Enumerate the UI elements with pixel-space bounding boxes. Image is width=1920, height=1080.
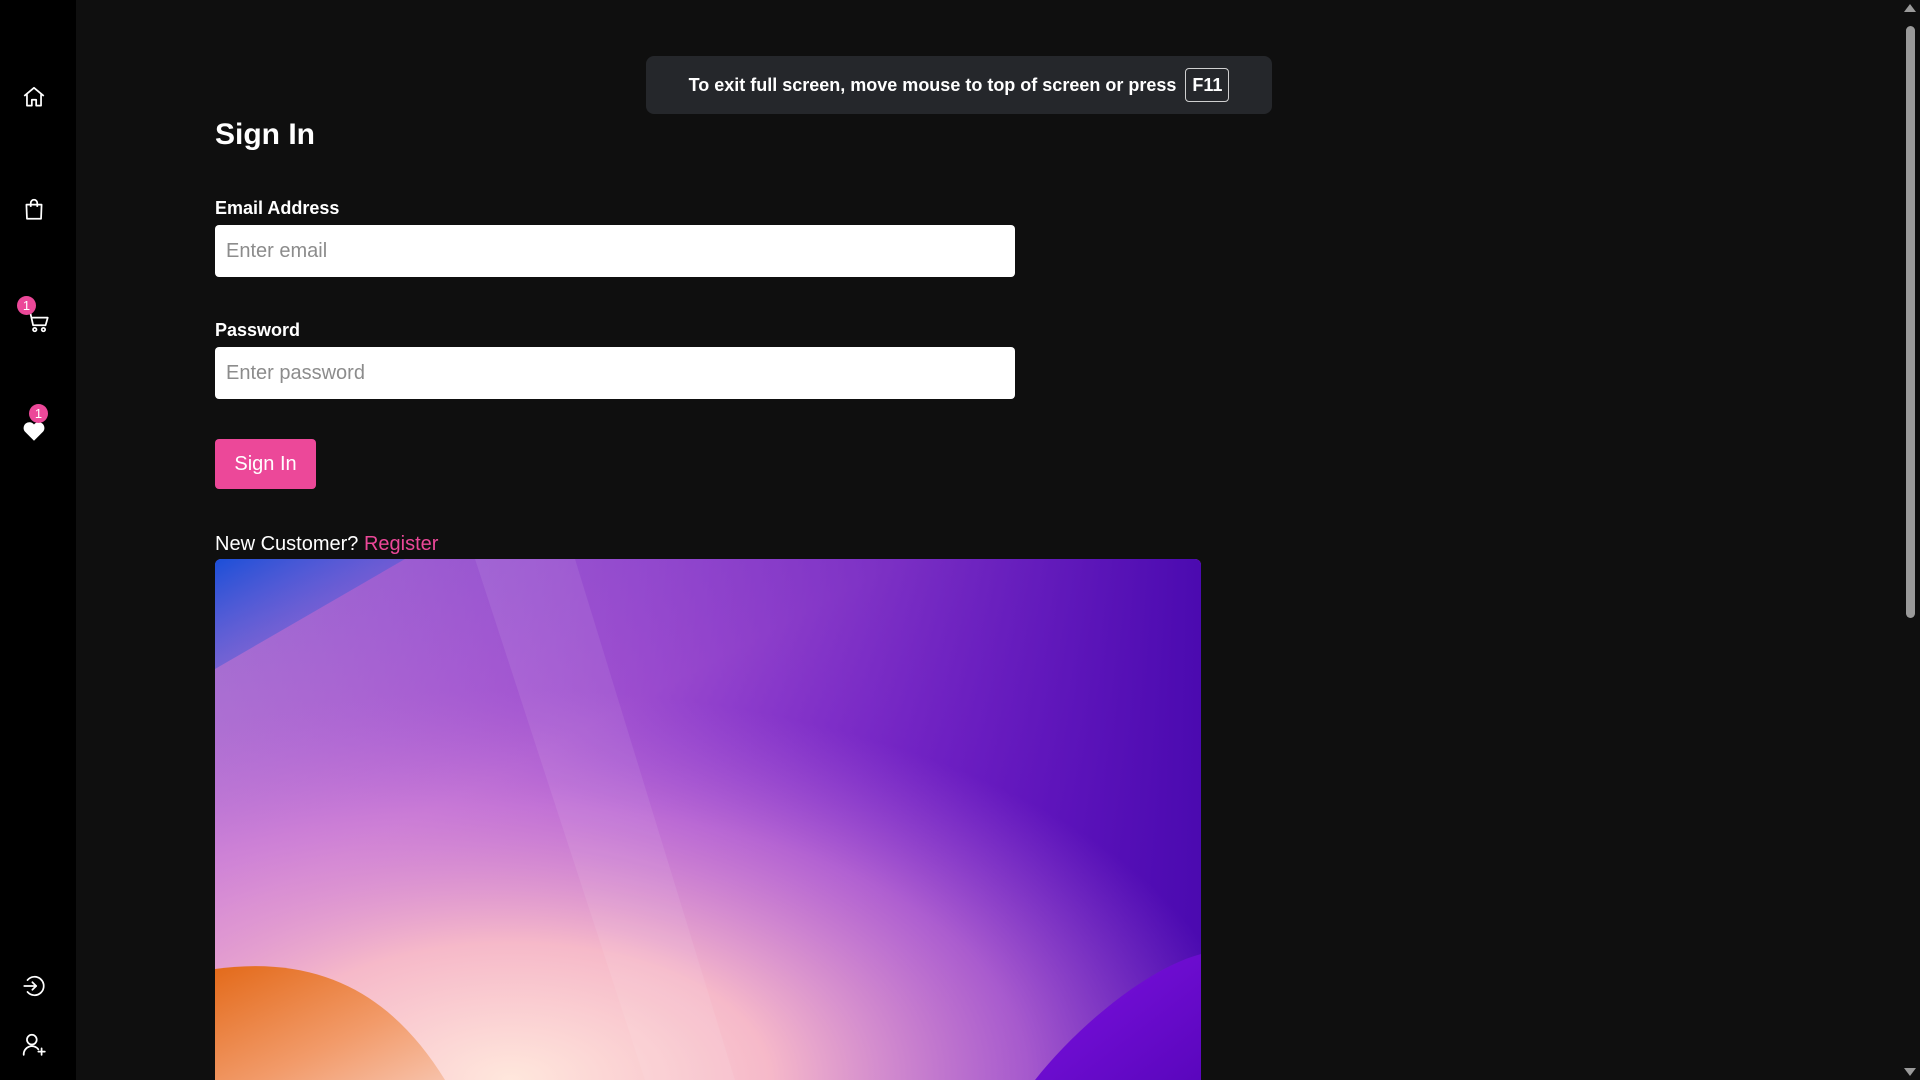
new-customer-text: New Customer? — [215, 533, 359, 555]
sidebar-item-home[interactable] — [14, 77, 54, 117]
shopping-bag-icon — [25, 199, 43, 220]
sidebar-nav: 1 1 — [0, 0, 76, 1080]
new-customer-line: New Customer? Register — [215, 533, 438, 556]
scroll-up-arrow[interactable] — [1904, 4, 1916, 12]
password-label: Password — [215, 320, 301, 340]
sidebar-item-cart[interactable]: 1 — [17, 296, 58, 342]
fullscreen-exit-notice: To exit full screen, move mouse to top o… — [646, 56, 1272, 114]
hero-image — [215, 559, 1201, 1080]
sidebar-item-favorites[interactable]: 1 — [14, 404, 54, 451]
scroll-down-arrow[interactable] — [1904, 1068, 1916, 1076]
f11-key-hint: F11 — [1185, 68, 1230, 102]
register-link[interactable]: Register — [364, 533, 438, 555]
sidebar-item-login[interactable] — [14, 966, 54, 1006]
favorites-count-badge: 1 — [29, 404, 48, 423]
page-title: Sign In — [215, 118, 315, 151]
cart-count-badge: 1 — [17, 296, 36, 315]
sidebar-item-shop[interactable] — [14, 189, 54, 229]
fullscreen-notice-text: To exit full screen, move mouse to top o… — [688, 74, 1177, 95]
sidebar-item-register[interactable] — [14, 1024, 54, 1064]
login-icon — [23, 975, 45, 997]
email-label: Email Address — [215, 198, 340, 218]
email-field[interactable] — [215, 225, 1015, 277]
app-root: 1 1 To exit full screen, move mouse to t… — [0, 0, 1920, 1080]
password-field[interactable] — [215, 347, 1015, 399]
scroll-thumb[interactable] — [1906, 26, 1915, 618]
sign-in-button[interactable]: Sign In — [215, 439, 316, 489]
home-icon — [23, 86, 45, 107]
page-scrollbar[interactable] — [1900, 0, 1920, 1080]
user-plus-icon — [22, 1033, 46, 1056]
